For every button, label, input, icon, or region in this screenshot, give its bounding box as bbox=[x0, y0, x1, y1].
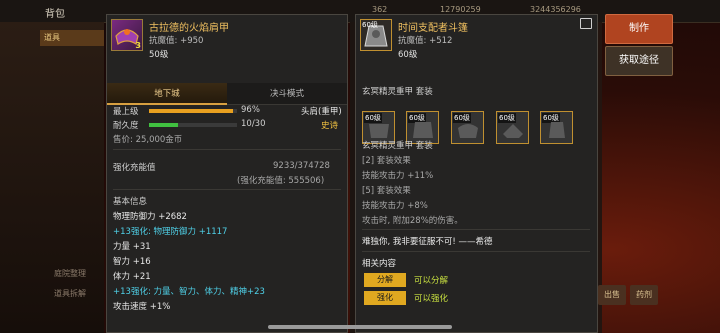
tab-duel[interactable]: 决斗模式 bbox=[227, 83, 347, 105]
stat-line: 攻击速度 +1% bbox=[113, 302, 171, 312]
tab-dungeon[interactable]: 地下城 bbox=[107, 83, 227, 105]
durability-bar bbox=[149, 123, 237, 127]
set-effect-2: [2] 套装效果 bbox=[362, 156, 411, 166]
set-effect-5-extra: 攻击时, 附加28%的伤害。 bbox=[362, 216, 463, 226]
related-title: 相关内容 bbox=[362, 259, 397, 269]
slot-type: 头肩(重甲) bbox=[301, 107, 342, 117]
item-name: 古拉德的火焰肩甲 bbox=[149, 23, 229, 34]
item-level: 60级 bbox=[398, 50, 418, 60]
related-value: 可以强化 bbox=[414, 294, 449, 304]
enhance-badge: 3 bbox=[135, 41, 141, 50]
set-effect-5: [5] 套装效果 bbox=[362, 186, 411, 196]
related-label: 分解 bbox=[364, 273, 406, 287]
stat-line: 智力 +16 bbox=[113, 257, 151, 267]
set-effect-2-value: 技能攻击力 +11% bbox=[362, 171, 434, 181]
magic-resist: 抗魔值: +950 bbox=[149, 36, 204, 46]
related-label: 强化 bbox=[364, 291, 406, 305]
side-label-2[interactable]: 道具拆解 bbox=[54, 288, 86, 299]
item-tooltip-right: 60级 时间支配者斗篷 抗魔值: +512 60级 玄冥精灵重甲 套装 60级 … bbox=[355, 14, 598, 333]
potion-button[interactable]: 药剂 bbox=[630, 285, 658, 305]
resource-1: 362 bbox=[372, 5, 388, 14]
reinforce-label: 强化充能值 bbox=[113, 163, 156, 173]
stat-line: 物理防御力 +2682 bbox=[113, 212, 187, 222]
resource-2: 12790259 bbox=[440, 5, 481, 14]
durability-label: 耐久度 bbox=[113, 121, 139, 131]
reinforce-sub: (强化充能值: 555506) bbox=[237, 176, 325, 186]
item-tooltip-left: 3 古拉德的火焰肩甲 抗魔值: +950 50级 地下城 决斗模式 最上级 96… bbox=[106, 14, 348, 333]
stat-line: 力量 +31 bbox=[113, 242, 151, 252]
background-buttons: 出售 药剂 bbox=[598, 285, 662, 305]
divider bbox=[362, 251, 590, 252]
set-piece[interactable]: 60级 bbox=[496, 111, 529, 144]
share-icon[interactable] bbox=[580, 18, 592, 29]
sell-button[interactable]: 出售 bbox=[598, 285, 626, 305]
reinforce-value: 9233/374728 bbox=[273, 161, 330, 171]
related-value: 可以分解 bbox=[414, 276, 449, 286]
divider bbox=[113, 189, 341, 190]
divider bbox=[113, 149, 341, 150]
divider bbox=[362, 229, 590, 230]
resource-3: 3244356296 bbox=[530, 5, 581, 14]
set-piece[interactable]: 60级 bbox=[451, 111, 484, 144]
side-label-1[interactable]: 庭院整理 bbox=[54, 268, 86, 279]
durability-value: 10/30 bbox=[241, 119, 266, 129]
cloak-icon: 60级 bbox=[360, 19, 392, 51]
min-level-value: 96% bbox=[241, 105, 260, 115]
item-level: 50级 bbox=[149, 50, 169, 60]
set-effect-5-value: 技能攻击力 +8% bbox=[362, 201, 428, 211]
stat-line: +13强化: 物理防御力 +1117 bbox=[113, 227, 228, 237]
home-indicator[interactable] bbox=[268, 325, 452, 329]
magic-resist: 抗魔值: +512 bbox=[398, 36, 453, 46]
shoulder-armor-icon: 3 bbox=[111, 19, 143, 51]
item-quote: 难独你, 我非要征服不可! ——希德 bbox=[362, 237, 493, 247]
sell-price: 售价: 25,000金币 bbox=[113, 135, 183, 145]
mode-tabs: 地下城 决斗模式 bbox=[107, 83, 347, 105]
min-level-label: 最上级 bbox=[113, 107, 139, 117]
stat-line: 体力 +21 bbox=[113, 272, 151, 282]
set-name-2: 玄冥精灵重甲 套装 bbox=[362, 141, 433, 151]
stat-line: +13强化: 力量、智力、体力、精神+23 bbox=[113, 287, 265, 297]
set-piece[interactable]: 60级 bbox=[540, 111, 573, 144]
min-level-bar bbox=[149, 109, 237, 113]
item-name: 时间支配者斗篷 bbox=[398, 23, 468, 34]
set-name: 玄冥精灵重甲 套装 bbox=[362, 87, 433, 97]
basic-info-title: 基本信息 bbox=[113, 197, 148, 207]
icon-level-tag: 60级 bbox=[362, 21, 378, 29]
rarity: 史诗 bbox=[321, 121, 339, 131]
acquire-source-button[interactable]: 获取途径 bbox=[605, 46, 673, 76]
tab-items[interactable]: 道具 bbox=[40, 30, 104, 46]
make-button[interactable]: 制作 bbox=[605, 14, 673, 44]
back-label[interactable]: 背包 bbox=[45, 5, 65, 20]
inventory-sidebar: 道具 庭院整理 道具拆解 bbox=[0, 22, 104, 333]
